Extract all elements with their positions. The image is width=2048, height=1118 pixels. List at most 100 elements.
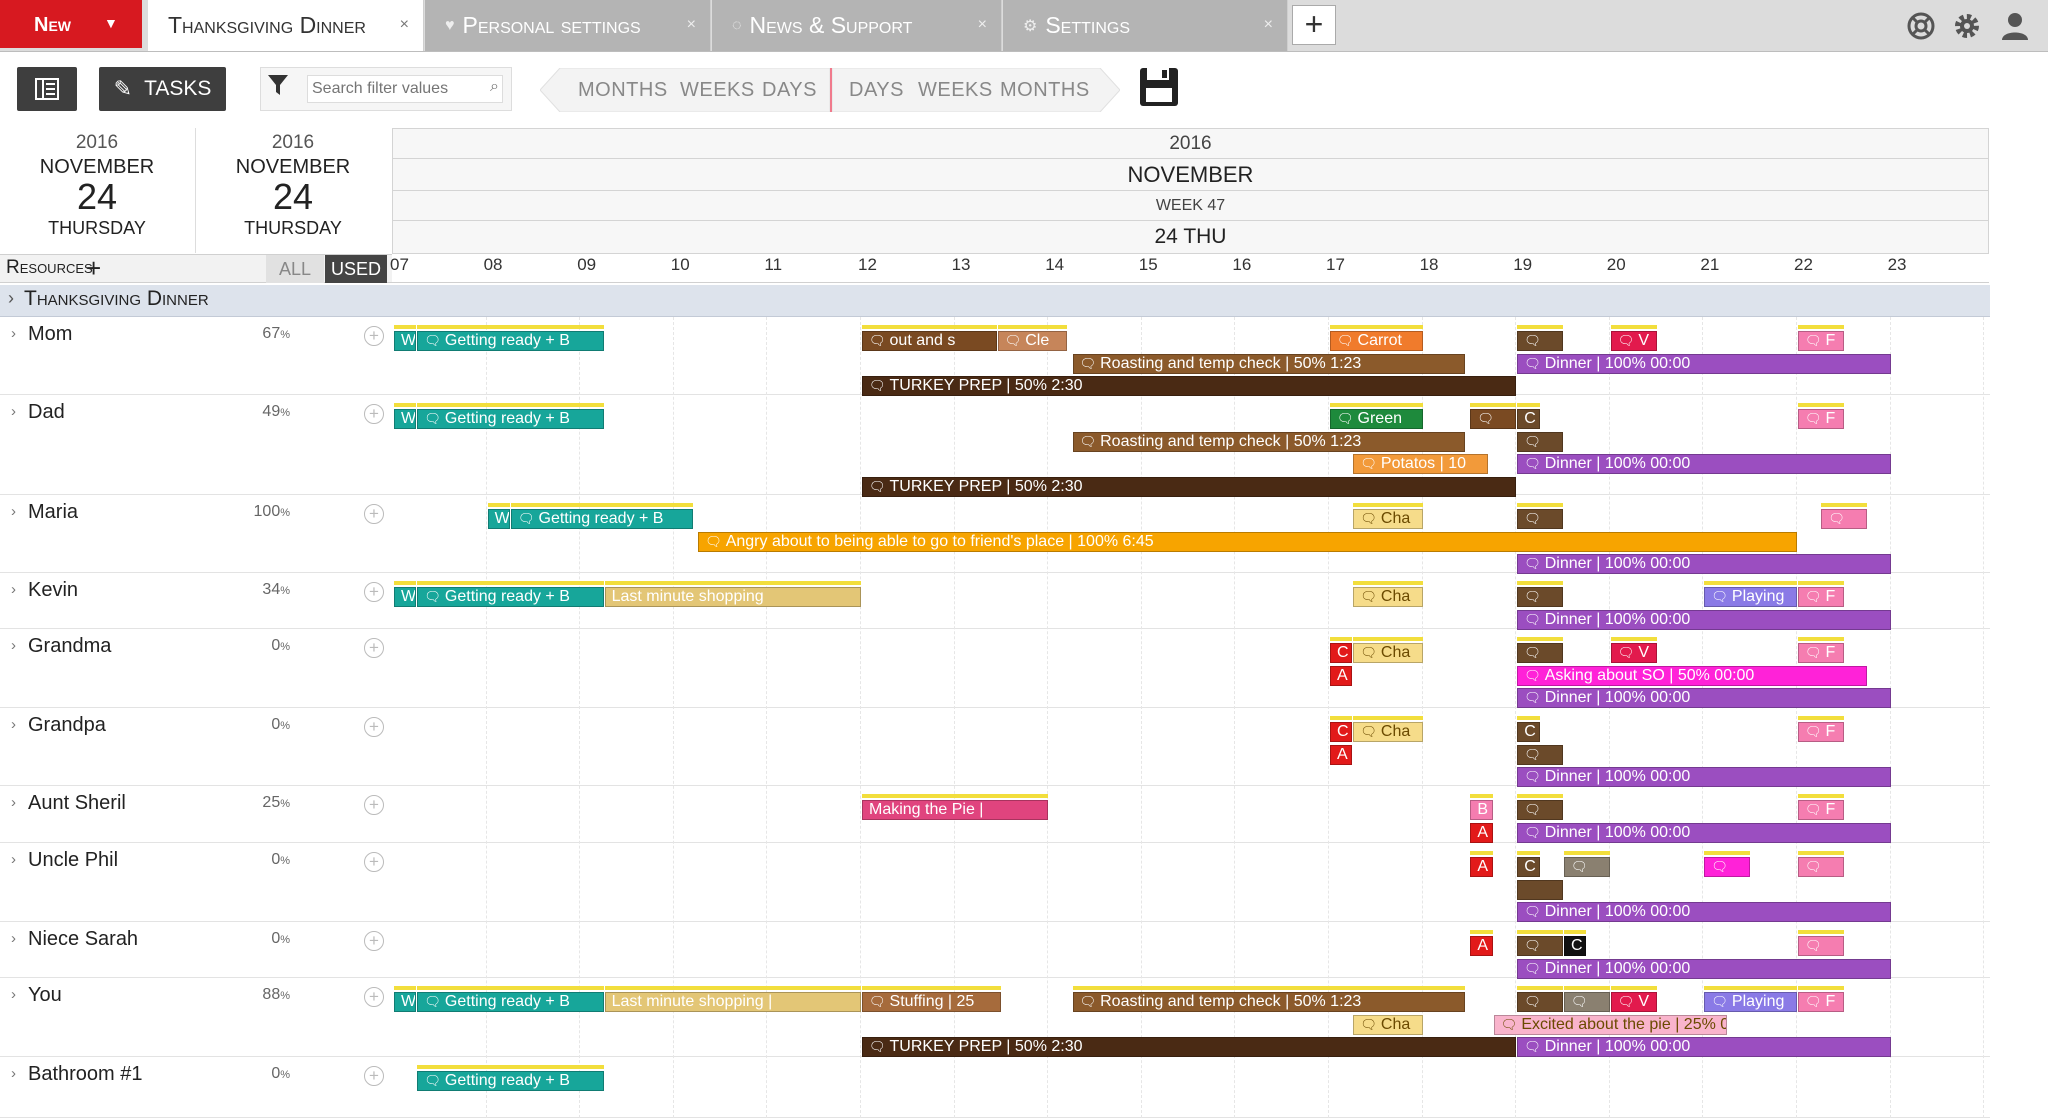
task-bar[interactable]: A [1470,936,1493,956]
task-bar[interactable]: 🗨 [1564,857,1610,877]
task-bar[interactable]: 🗨 [1798,857,1844,877]
task-bar[interactable]: C [1564,936,1587,956]
task-bar[interactable]: 🗨 V [1610,643,1657,663]
chevron-down-icon[interactable]: ▼ [104,15,118,31]
task-bar[interactable]: C [1330,722,1353,742]
task-bar[interactable]: C [1330,643,1353,663]
task-bar[interactable]: 🗨 Getting ready + B [511,509,693,529]
task-bar[interactable]: 🗨 Getting ready + B [417,992,604,1012]
chevron-right-icon[interactable]: › [11,986,16,1003]
task-bar[interactable]: 🗨 Playing [1704,587,1797,607]
close-icon[interactable]: × [1264,16,1273,34]
task-bar[interactable]: 🗨 Cha [1353,722,1423,742]
task-bar[interactable]: 🗨 Angry about to being able to go to frie… [698,531,1797,552]
task-bar[interactable]: Last minute shopping | [604,992,861,1012]
add-task-button[interactable]: + [364,504,384,524]
task-bar[interactable]: 🗨 Dinner | 100% 00:00 [1517,822,1891,843]
task-bar[interactable]: 🗨 Dinner | 100% 00:00 [1517,958,1891,979]
chevron-right-icon[interactable]: › [11,1065,16,1082]
resource-row[interactable]: › Bathroom #1 0% + [0,1057,1990,1118]
tab-thanksgiving-dinner[interactable]: Thanksgiving Dinner × [148,0,424,51]
task-bar[interactable]: A [1330,665,1353,686]
task-bar[interactable]: 🗨 [1517,992,1563,1012]
add-task-button[interactable]: + [364,1066,384,1086]
task-bar[interactable]: 🗨 [1798,936,1844,956]
chevron-right-icon[interactable]: › [11,794,16,811]
task-bar[interactable]: 🗨 [1517,587,1563,607]
task-bar[interactable]: 🗨 V [1610,992,1657,1012]
task-bar[interactable]: 🗨 [1517,431,1563,452]
filter-all-button[interactable]: ALL [266,255,324,283]
tab-personal-settings[interactable]: ♥ Personal settings × [425,0,711,51]
task-bar[interactable]: 🗨 [1470,409,1517,429]
task-bar[interactable]: A [1470,857,1493,877]
task-bar[interactable]: 🗨 Roasting and temp check | 50% 1:23 [1072,992,1465,1012]
list-view-button[interactable] [17,67,77,111]
task-bar[interactable]: 🗨 Dinner | 100% 00:00 [1517,902,1891,923]
task-bar[interactable]: W [394,587,417,607]
chevron-right-icon[interactable]: › [11,403,16,420]
task-bar[interactable]: 🗨 Green [1330,409,1423,429]
add-task-button[interactable]: + [364,987,384,1007]
task-bar[interactable]: 🗨 TURKEY PREP | 50% 2:30 [862,476,1517,497]
filter-used-button[interactable]: USED [325,255,387,283]
task-bar[interactable]: 🗨 Potatos | 10 [1353,454,1489,475]
task-bar[interactable]: 🗨 Stuffing | 25 [862,992,1002,1012]
chevron-right-icon[interactable]: › [11,503,16,520]
task-bar[interactable]: 🗨 F [1798,992,1844,1012]
chevron-right-icon[interactable]: › [8,288,14,309]
task-bar[interactable]: 🗨 Cha [1353,1014,1423,1035]
help-lifebuoy-icon[interactable] [1905,10,1937,42]
task-bar[interactable]: C [1517,722,1540,742]
add-tab-button[interactable]: + [1292,5,1336,45]
task-bar[interactable]: C [1517,857,1540,877]
search-filter-input[interactable] [307,75,503,103]
task-bar[interactable]: 🗨 Playing [1704,992,1797,1012]
task-bar[interactable]: 🗨 [1517,643,1563,663]
close-icon[interactable]: × [687,16,696,34]
task-bar[interactable]: 🗨Excited about the pie | 25% 00:0 [1493,1014,1727,1035]
zoom-out-days[interactable]: DAYS [762,79,817,102]
task-bar[interactable]: 🗨 Dinner | 100% 00:00 [1517,454,1891,475]
task-bar[interactable]: 🗨 F [1798,800,1844,820]
zoom-out-months[interactable]: MONTHS [578,79,668,102]
task-bar[interactable]: 🗨 Cha [1353,643,1423,663]
add-task-button[interactable]: + [364,326,384,346]
chevron-right-icon[interactable]: › [11,581,16,598]
chevron-right-icon[interactable]: › [11,716,16,733]
project-row[interactable]: › Thanksgiving Dinner [0,285,1990,317]
task-bar[interactable]: 🗨 [1517,800,1563,820]
save-icon[interactable] [1138,66,1180,108]
task-bar[interactable]: 🗨 [1564,992,1610,1012]
chevron-right-icon[interactable]: › [11,851,16,868]
task-bar[interactable]: 🗨 Getting ready + B [417,409,604,429]
task-bar[interactable]: 🗨 Dinner | 100% 00:00 [1517,554,1891,575]
add-resource-button[interactable]: + [86,253,101,284]
task-bar[interactable]: 🗨 Dinner | 100% 00:00 [1517,767,1891,788]
chevron-right-icon[interactable]: › [11,637,16,654]
add-task-button[interactable]: + [364,404,384,424]
zoom-in-months[interactable]: MONTHS [1000,79,1090,102]
task-bar[interactable]: 🗨 [1704,857,1751,877]
add-task-button[interactable]: + [364,717,384,737]
close-icon[interactable]: × [400,16,409,34]
zoom-in-days[interactable]: DAYS [849,79,904,102]
task-bar[interactable]: 🗨 F [1798,643,1844,663]
task-bar[interactable]: W [487,509,510,529]
task-bar[interactable]: 🗨 Getting ready + B [417,587,604,607]
task-bar[interactable]: 🗨 TURKEY PREP | 50% 2:30 [862,1037,1517,1058]
task-bar[interactable]: A [1330,744,1353,765]
tab-news-support[interactable]: ◌ News & Support × [712,0,1002,51]
add-task-button[interactable]: + [364,638,384,658]
chevron-right-icon[interactable]: › [11,325,16,342]
add-task-button[interactable]: + [364,582,384,602]
task-bar[interactable]: 🗨 Roasting and temp check | 50% 1:23 [1072,431,1465,452]
task-bar[interactable]: 🗨 Roasting and temp check | 50% 1:23 [1072,353,1465,374]
task-bar[interactable]: 🗨 Getting ready + B [417,1071,604,1091]
close-icon[interactable]: × [978,16,987,34]
task-bar[interactable]: 🗨 [1517,331,1563,351]
task-bar[interactable]: 🗨 [1517,744,1563,765]
task-bar[interactable]: W [394,409,417,429]
task-bar[interactable]: 🗨 V [1610,331,1657,351]
task-bar[interactable]: 🗨 F [1798,587,1844,607]
